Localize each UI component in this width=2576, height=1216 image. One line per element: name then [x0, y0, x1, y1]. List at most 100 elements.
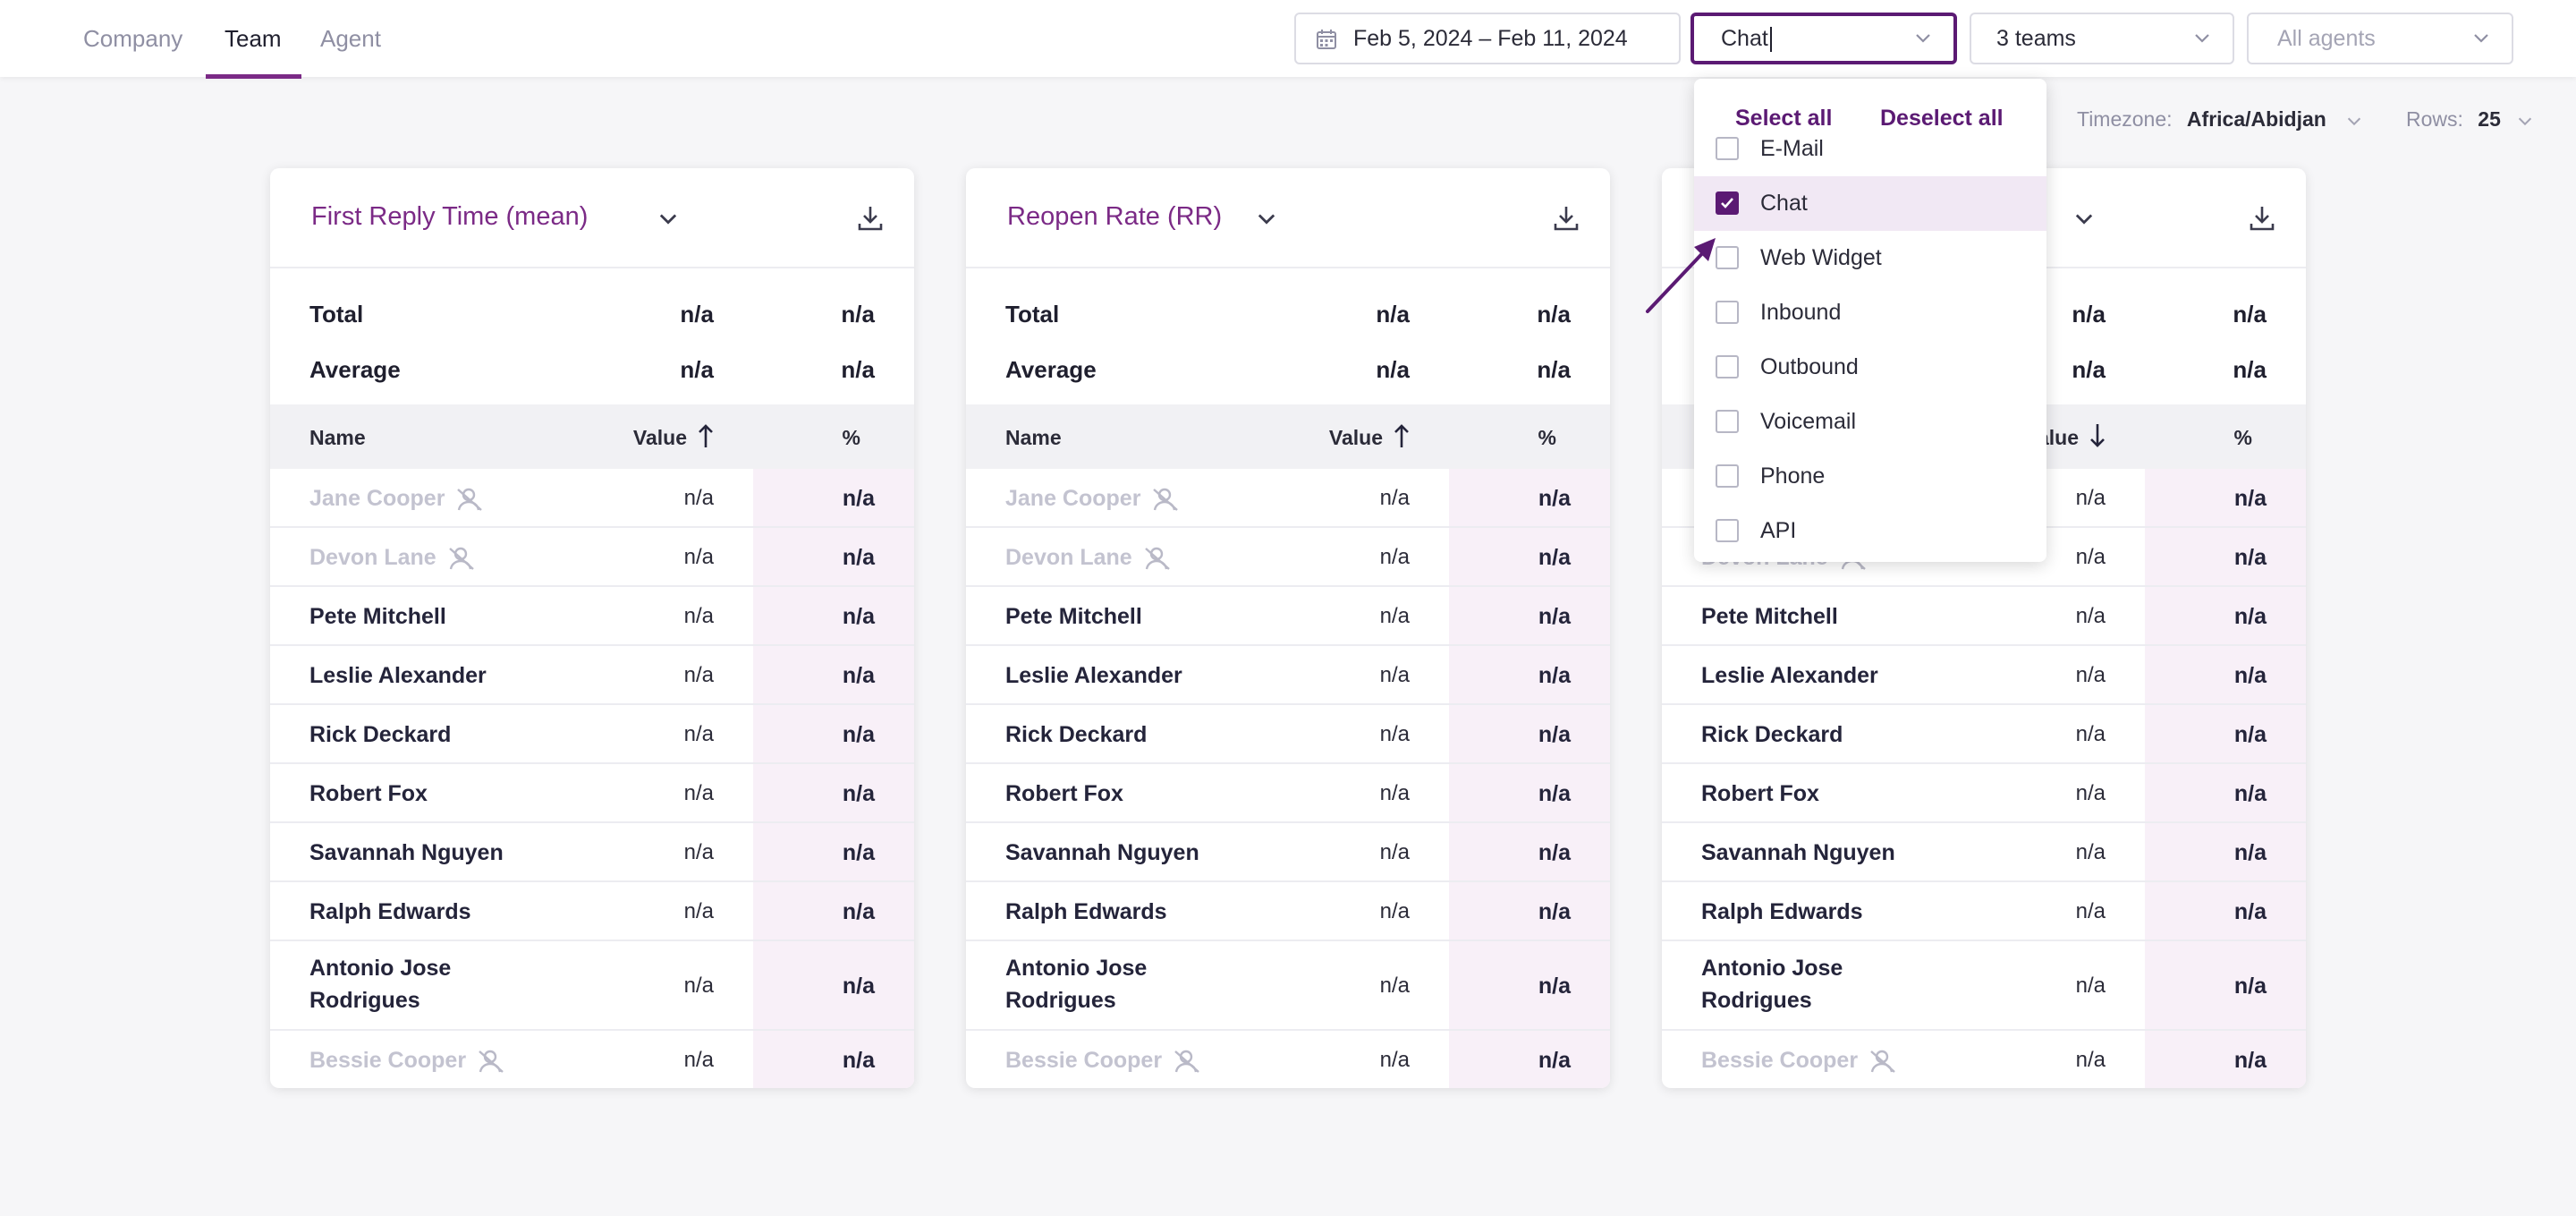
channel-option[interactable]: Web Widget [1694, 231, 2046, 285]
option-label: Inbound [1760, 300, 1842, 325]
table-row[interactable]: Bessie Cooper n/a n/a [1662, 1031, 2306, 1088]
row-value: n/a [1379, 899, 1410, 923]
channel-option[interactable]: API [1694, 504, 2046, 558]
col-value-header[interactable]: Value [1329, 426, 1383, 450]
checkbox[interactable] [1716, 410, 1739, 433]
channel-input-value[interactable]: Chat [1721, 16, 1772, 61]
row-pct: n/a [2233, 781, 2267, 806]
channel-select[interactable]: Chat [1690, 13, 1957, 64]
agents-select[interactable]: All agents [2247, 13, 2513, 64]
agent-name: Robert Fox [309, 781, 428, 806]
col-pct-header[interactable]: % [1538, 426, 1556, 450]
agent-name: Ralph Edwards [1701, 899, 1863, 924]
table-row[interactable]: Ralph Edwards n/a n/a [1662, 882, 2306, 941]
rows-control[interactable]: Rows: 25 [2406, 107, 2535, 132]
table-row[interactable]: Rick Deckard n/a n/a [1662, 705, 2306, 764]
channel-option[interactable]: Outbound [1694, 340, 2046, 395]
sort-up-icon[interactable] [696, 422, 716, 449]
agent-name-wrap: Savannah Nguyen [309, 837, 504, 869]
row-value: n/a [1379, 974, 1410, 998]
agent-name: Savannah Nguyen [1701, 840, 1895, 865]
table-row[interactable]: Savannah Nguyen n/a n/a [966, 823, 1610, 882]
table-row[interactable]: Ralph Edwards n/a n/a [966, 882, 1610, 941]
agent-name-wrap: Ralph Edwards [1005, 896, 1167, 928]
agent-name-wrap: Robert Fox [309, 778, 428, 810]
row-pct: n/a [842, 663, 875, 688]
rows-label: Rows: [2406, 107, 2463, 131]
checkbox[interactable] [1716, 464, 1739, 488]
table-row[interactable]: Leslie Alexander n/a n/a [966, 646, 1610, 705]
checkbox[interactable] [1716, 191, 1739, 215]
channel-option[interactable]: E-Mail [1694, 122, 2046, 176]
checkbox[interactable] [1716, 519, 1739, 542]
teams-select[interactable]: 3 teams [1970, 13, 2234, 64]
date-range-picker[interactable]: Feb 5, 2024 – Feb 11, 2024 [1294, 13, 1681, 64]
chevron-down-icon[interactable] [656, 206, 681, 231]
channel-dropdown-menu: Select all Deselect all E-Mail Chat Web Wi… [1694, 79, 2046, 562]
channel-option[interactable]: Voicemail [1694, 395, 2046, 449]
card-title[interactable]: Reopen Rate (RR) [1007, 202, 1222, 232]
table-row[interactable]: Rick Deckard n/a n/a [966, 705, 1610, 764]
average-pct: n/a [2233, 356, 2267, 383]
table-row[interactable]: Bessie Cooper n/a n/a [966, 1031, 1610, 1088]
row-pct: n/a [2233, 1048, 2267, 1073]
col-pct-header[interactable]: % [843, 426, 860, 450]
channel-option[interactable]: Inbound [1694, 285, 2046, 340]
col-pct-header[interactable]: % [2234, 426, 2252, 450]
table-row[interactable]: Devon Lane n/a n/a [966, 528, 1610, 587]
timezone-control[interactable]: Timezone: Africa/Abidjan [2077, 107, 2364, 132]
row-pct: n/a [2233, 899, 2267, 924]
checkbox[interactable] [1716, 137, 1739, 160]
channel-option[interactable]: Chat [1694, 176, 2046, 231]
agent-name: Rick Deckard [1701, 722, 1843, 747]
table-row[interactable]: Ralph Edwards n/a n/a [270, 882, 914, 941]
table-row[interactable]: Antonio Jose Rodrigues n/a n/a [1662, 941, 2306, 1031]
tab-agent[interactable]: Agent [320, 0, 381, 77]
table-row[interactable]: Rick Deckard n/a n/a [270, 705, 914, 764]
table-row[interactable]: Robert Fox n/a n/a [1662, 764, 2306, 823]
chevron-down-icon[interactable] [2072, 206, 2097, 231]
channel-option[interactable]: Phone [1694, 449, 2046, 504]
table-row[interactable]: Savannah Nguyen n/a n/a [270, 823, 914, 882]
agent-name-wrap: Jane Cooper [309, 482, 484, 514]
tab-company[interactable]: Company [83, 0, 182, 77]
total-row: Total n/a n/a [270, 286, 914, 340]
table-row[interactable]: Devon Lane n/a n/a [270, 528, 914, 587]
table-row[interactable]: Leslie Alexander n/a n/a [270, 646, 914, 705]
sort-up-icon[interactable] [1392, 422, 1411, 449]
table-row[interactable]: Pete Mitchell n/a n/a [966, 587, 1610, 646]
sort-down-icon[interactable] [2088, 422, 2107, 449]
agent-name: Bessie Cooper [1005, 1048, 1163, 1073]
agent-name: Jane Cooper [309, 486, 445, 511]
table-row[interactable]: Savannah Nguyen n/a n/a [1662, 823, 2306, 882]
row-value: n/a [683, 486, 714, 510]
table-row[interactable]: Robert Fox n/a n/a [966, 764, 1610, 823]
tab-team[interactable]: Team [225, 0, 282, 77]
card-header: First Reply Time (mean) [270, 168, 914, 268]
option-label: Chat [1760, 191, 1808, 216]
table-row[interactable]: Leslie Alexander n/a n/a [1662, 646, 2306, 705]
table-row[interactable]: Pete Mitchell n/a n/a [270, 587, 914, 646]
row-value: n/a [1379, 781, 1410, 805]
col-name-header[interactable]: Name [1005, 426, 1062, 450]
table-row[interactable]: Jane Cooper n/a n/a [966, 469, 1610, 528]
agent-name-wrap: Robert Fox [1005, 778, 1123, 810]
calendar-icon [1317, 30, 1336, 49]
col-name-header[interactable]: Name [309, 426, 366, 450]
checkbox[interactable] [1716, 355, 1739, 378]
download-icon[interactable] [1553, 204, 1580, 233]
table-row[interactable]: Antonio Jose Rodrigues n/a n/a [966, 941, 1610, 1031]
col-value-header[interactable]: Value [633, 426, 687, 450]
table-row[interactable]: Bessie Cooper n/a n/a [270, 1031, 914, 1088]
agent-name-wrap: Leslie Alexander [309, 659, 487, 692]
download-icon[interactable] [857, 204, 884, 233]
chevron-down-icon[interactable] [1254, 206, 1279, 231]
table-row[interactable]: Robert Fox n/a n/a [270, 764, 914, 823]
agent-name-wrap: Pete Mitchell [309, 600, 446, 633]
table-row[interactable]: Antonio Jose Rodrigues n/a n/a [270, 941, 914, 1031]
card-title[interactable]: First Reply Time (mean) [311, 202, 588, 232]
row-pct: n/a [1538, 663, 1571, 688]
table-row[interactable]: Pete Mitchell n/a n/a [1662, 587, 2306, 646]
table-row[interactable]: Jane Cooper n/a n/a [270, 469, 914, 528]
download-icon[interactable] [2249, 204, 2275, 233]
